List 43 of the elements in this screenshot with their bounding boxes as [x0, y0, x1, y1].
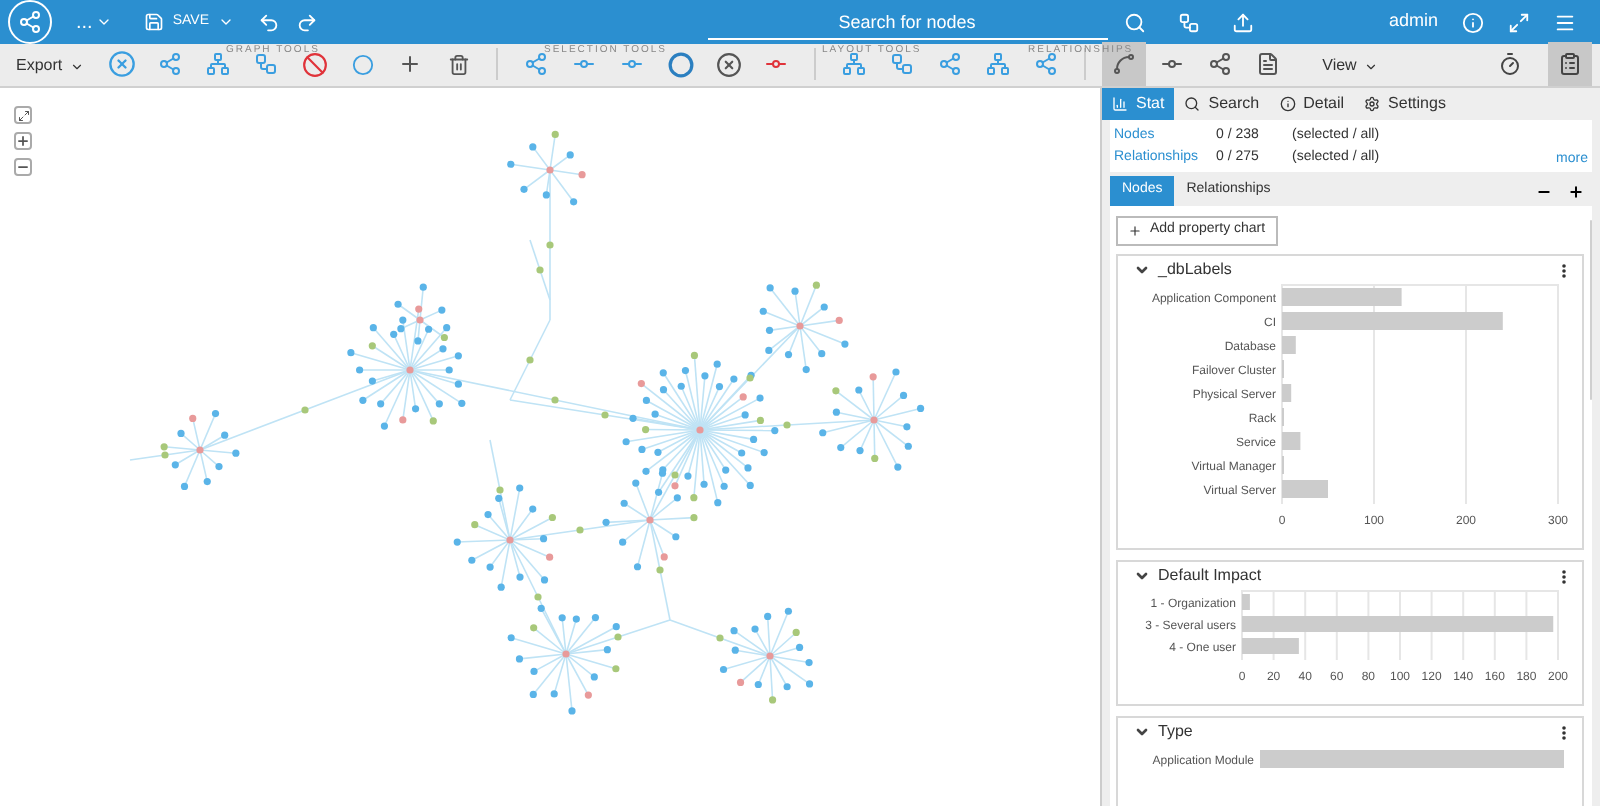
fullscreen-icon[interactable] [1508, 11, 1530, 33]
view-dropdown[interactable]: View [1322, 54, 1379, 78]
search-icon [1184, 96, 1201, 112]
bar [1282, 384, 1292, 402]
bar [1242, 638, 1299, 654]
bar [1242, 594, 1250, 610]
caret-icon [217, 14, 233, 30]
menu-icon[interactable] [1554, 11, 1576, 33]
upload-icon[interactable] [1231, 11, 1253, 33]
network-icon[interactable] [1177, 11, 1199, 33]
zoom-out-icon[interactable] [14, 158, 32, 176]
chart-title: _dbLabels [1158, 258, 1232, 282]
settings-icon [1364, 96, 1381, 112]
plus-icon [1128, 224, 1142, 238]
zoom-in-icon[interactable] [14, 132, 32, 150]
panel-tab[interactable]: Detail [1269, 88, 1355, 120]
export-dropdown[interactable]: Export [16, 54, 85, 78]
redo-icon[interactable] [295, 11, 317, 33]
caret-icon [70, 59, 85, 73]
info-icon[interactable] [1462, 11, 1484, 33]
chart-title: Default Impact [1158, 564, 1262, 588]
collapse-icon[interactable] [1134, 568, 1150, 584]
caret-icon [1364, 59, 1379, 73]
undo-icon[interactable] [257, 11, 279, 33]
menu-dropdown[interactable]: ... [76, 7, 113, 37]
panel-tab[interactable]: Search [1174, 88, 1270, 120]
panel-tab[interactable]: Stat [1102, 88, 1175, 120]
collapse-icon[interactable] [1134, 724, 1150, 740]
search-field[interactable]: Search for nodes [707, 4, 1107, 40]
panel-tab[interactable]: Settings [1354, 88, 1456, 120]
panel-toggle-icon[interactable] [1548, 42, 1592, 86]
search-icon[interactable] [1123, 11, 1145, 33]
bar [1282, 480, 1328, 498]
chart-title: Type [1158, 720, 1193, 744]
bar-chart-icon [1112, 96, 1128, 112]
bar [1282, 336, 1296, 354]
collapse-icon[interactable] [1134, 262, 1150, 278]
bar [1282, 432, 1301, 450]
username[interactable]: admin [1388, 8, 1438, 36]
caret-icon [96, 14, 113, 30]
info-icon [1279, 96, 1296, 112]
bar [1282, 288, 1402, 306]
fit-view-icon[interactable] [14, 106, 32, 124]
